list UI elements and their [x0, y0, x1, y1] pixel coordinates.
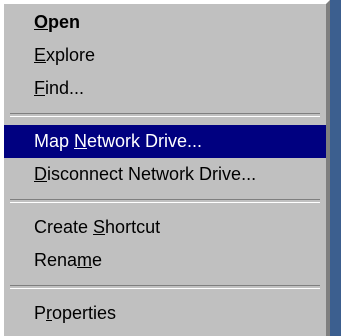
- menu-item-map-post: etwork Drive...: [87, 131, 203, 151]
- menu-item-explore[interactable]: Explore: [4, 39, 326, 72]
- menu-item-rename-post: e: [92, 250, 103, 270]
- menu-item-find-accel: F: [34, 78, 45, 98]
- menu-item-properties[interactable]: Properties: [4, 297, 326, 330]
- menu-item-find[interactable]: Find...: [4, 72, 326, 105]
- menu-item-disconnect-accel: D: [34, 164, 47, 184]
- menu-item-open-accel: O: [34, 12, 49, 32]
- menu-item-map-network-drive[interactable]: Map Network Drive...: [4, 125, 326, 158]
- menu-item-shortcut-post: hortcut: [105, 217, 161, 237]
- menu-item-disconnect-post: isconnect Network Drive...: [47, 164, 257, 184]
- menu-item-explore-accel: E: [34, 45, 47, 65]
- menu-separator: [10, 285, 320, 289]
- menu-item-rename[interactable]: Rename: [4, 244, 326, 277]
- menu-item-disconnect-network-drive[interactable]: Disconnect Network Drive...: [4, 158, 326, 191]
- menu-item-find-post: ind...: [45, 78, 85, 98]
- menu-item-explore-post: xplore: [46, 45, 96, 65]
- menu-item-create-shortcut[interactable]: Create Shortcut: [4, 211, 326, 244]
- menu-item-map-accel: N: [74, 131, 88, 151]
- menu-item-properties-pre: P: [34, 303, 47, 323]
- menu-item-open[interactable]: Open: [4, 6, 326, 39]
- menu-item-open-post: pen: [48, 12, 81, 32]
- menu-item-shortcut-pre: Create: [34, 217, 94, 237]
- menu-item-shortcut-accel: S: [93, 217, 106, 237]
- menu-item-rename-accel: m: [77, 250, 93, 270]
- menu-item-properties-post: operties: [52, 303, 117, 323]
- menu-item-map-pre: Map: [34, 131, 75, 151]
- menu-separator: [10, 199, 320, 203]
- context-menu: Open Explore Find... Map Network Drive..…: [0, 0, 330, 336]
- menu-separator: [10, 113, 320, 117]
- menu-item-rename-pre: Rena: [34, 250, 78, 270]
